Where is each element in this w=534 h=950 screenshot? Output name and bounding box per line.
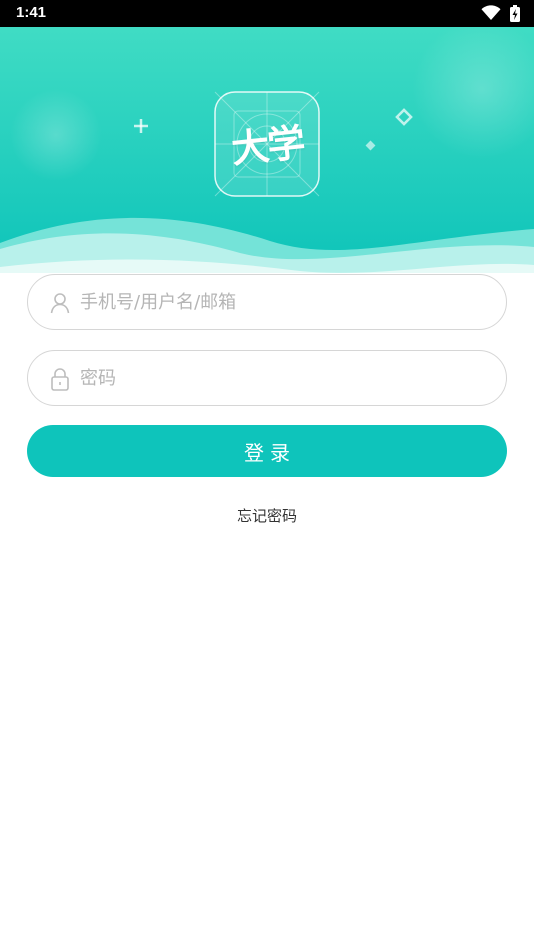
status-icons: [481, 5, 520, 23]
status-time: 1:41: [16, 4, 47, 21]
login-button[interactable]: 登录: [27, 425, 507, 477]
forgot-password-link[interactable]: 忘记密码: [0, 505, 534, 526]
password-field[interactable]: [27, 350, 507, 406]
password-input[interactable]: [80, 351, 490, 405]
header-banner: 大学: [0, 27, 534, 277]
app-logo: 大学: [214, 91, 320, 197]
username-input[interactable]: [80, 275, 490, 329]
username-field[interactable]: [27, 274, 507, 330]
status-bar: 1:41: [0, 0, 534, 27]
wifi-icon: [481, 5, 501, 20]
lock-icon: [51, 368, 69, 391]
battery-charging-icon: [510, 5, 520, 22]
logo-text: 大学: [229, 120, 306, 172]
user-icon: [50, 293, 70, 314]
